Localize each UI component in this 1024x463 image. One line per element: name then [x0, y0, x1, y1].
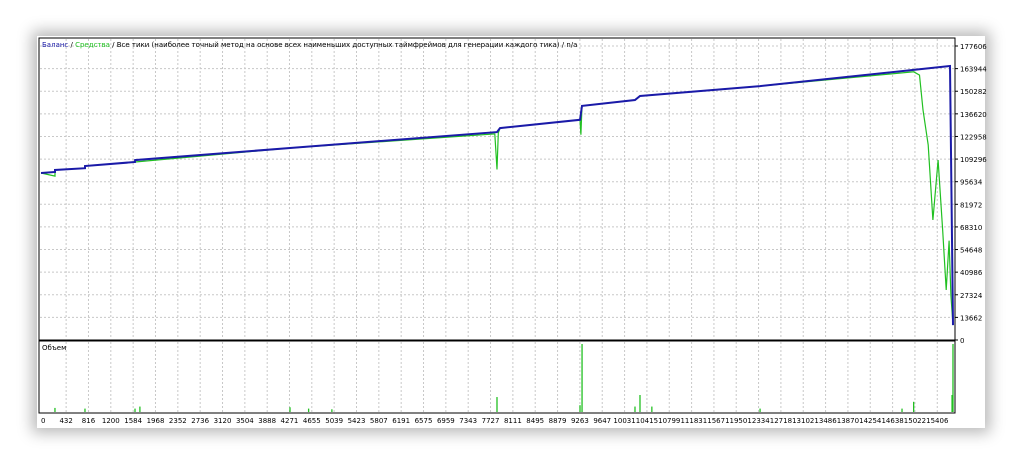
x-tick-label: 13870	[837, 417, 859, 425]
x-tick-label: 7343	[459, 417, 477, 425]
x-tick-label: 4271	[281, 417, 299, 425]
x-tick-label: 4655	[303, 417, 321, 425]
x-tick-label: 3504	[236, 417, 254, 425]
legend-model: Все тики (наиболее точный метод на основ…	[117, 41, 560, 49]
y-tick-label: 109296	[960, 156, 987, 164]
x-tick-label: 13102	[792, 417, 814, 425]
x-tick-label: 8495	[526, 417, 544, 425]
x-tick-label: 8879	[549, 417, 567, 425]
y-tick-label: 68310	[960, 224, 982, 232]
x-tick-label: 12718	[770, 417, 792, 425]
y-tick-label: 54648	[960, 247, 982, 255]
x-tick-label: 11950	[725, 417, 747, 425]
y-tick-label: 122958	[960, 133, 987, 141]
legend-extra: n/a	[566, 41, 577, 49]
x-tick-label: 0	[41, 417, 45, 425]
equity-chart: Баланс / Средства / Все тики (наиболее т…	[38, 37, 987, 425]
y-tick-label: 136620	[960, 111, 987, 119]
x-tick-label: 1968	[147, 417, 165, 425]
x-tick-label: 15406	[926, 417, 949, 425]
x-tick-label: 14638	[881, 417, 903, 425]
x-tick-label: 15022	[904, 417, 926, 425]
y-tick-label: 0	[960, 337, 964, 345]
x-tick-label: 7727	[482, 417, 500, 425]
x-tick-label: 10799	[658, 417, 680, 425]
x-tick-label: 432	[59, 417, 72, 425]
y-tick-label: 177606	[960, 43, 987, 51]
x-tick-label: 10415	[636, 417, 658, 425]
x-tick-label: 1200	[102, 417, 120, 425]
x-tick-label: 10031	[613, 417, 635, 425]
x-tick-label: 5039	[325, 417, 343, 425]
x-tick-label: 12334	[747, 417, 770, 425]
y-tick-label: 13662	[960, 314, 982, 322]
y-tick-label: 40986	[960, 269, 983, 277]
x-tick-label: 6575	[415, 417, 433, 425]
y-tick-label: 95634	[960, 179, 983, 187]
x-tick-label: 5423	[348, 417, 366, 425]
x-tick-label: 13486	[814, 417, 837, 425]
x-tick-label: 8111	[504, 417, 522, 425]
legend-equity: Средства	[75, 41, 110, 49]
x-tick-label: 3120	[214, 417, 232, 425]
x-tick-label: 9647	[593, 417, 611, 425]
y-tick-label: 150282	[960, 88, 987, 96]
x-tick-label: 2736	[191, 417, 209, 425]
x-tick-label: 816	[82, 417, 96, 425]
chart-legend: Баланс / Средства / Все тики (наиболее т…	[42, 41, 577, 49]
y-tick-label: 81972	[960, 201, 982, 209]
x-tick-label: 3888	[258, 417, 276, 425]
x-tick-label: 9263	[571, 417, 589, 425]
x-tick-label: 14254	[859, 417, 882, 425]
x-tick-label: 1584	[124, 417, 142, 425]
legend-balance: Баланс	[42, 41, 68, 49]
x-tick-label: 11183	[680, 417, 702, 425]
x-tick-label: 5807	[370, 417, 388, 425]
volume-label: Объем	[42, 344, 66, 352]
x-tick-label: 2352	[169, 417, 187, 425]
x-tick-label: 6191	[392, 417, 410, 425]
x-tick-label: 6959	[437, 417, 455, 425]
y-tick-label: 163944	[960, 66, 987, 74]
x-tick-label: 11567	[703, 417, 725, 425]
y-tick-label: 27324	[960, 292, 983, 300]
